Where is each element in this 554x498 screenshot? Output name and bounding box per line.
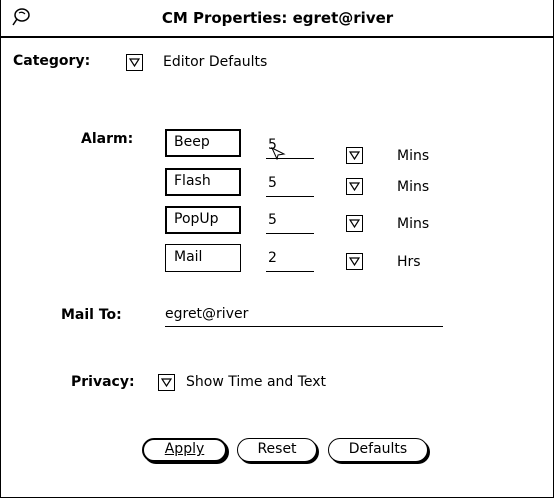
alarm-mail-unit: Hrs [397,254,421,270]
defaults-button-label: Defaults [348,441,408,457]
apply-button[interactable]: Apply [142,438,227,462]
pointer-cursor-icon [271,146,286,160]
alarm-flash-unit-menu[interactable] [346,178,363,195]
mail-to-label: Mail To: [61,307,122,323]
privacy-label: Privacy: [71,374,135,390]
alarm-popup-toggle[interactable]: PopUp [165,206,241,234]
alarm-flash-unit: Mins [397,179,430,195]
reset-button-label: Reset [257,441,297,457]
triangle-down-icon [349,219,360,228]
category-label: Category: [13,53,91,69]
privacy-menu-button[interactable] [158,374,175,391]
window-title: CM Properties: egret@river [161,9,394,27]
reset-button[interactable]: Reset [237,438,317,462]
category-value: Editor Defaults [163,54,268,70]
triangle-down-icon [349,182,360,191]
alarm-popup-amount[interactable]: 5 [266,212,314,234]
mail-to-field[interactable]: egret@river [165,306,443,327]
title-bar[interactable]: CM Properties: egret@river [1,0,554,38]
properties-window: CM Properties: egret@river Category: Edi… [0,0,554,498]
privacy-value: Show Time and Text [186,374,327,390]
alarm-popup-unit: Mins [397,216,430,232]
alarm-beep-unit: Mins [397,148,430,164]
alarm-flash-toggle[interactable]: Flash [165,168,241,196]
defaults-button[interactable]: Defaults [328,438,428,462]
alarm-popup-unit-menu[interactable] [346,215,363,232]
category-menu-button[interactable] [126,54,143,71]
alarm-mail-amount[interactable]: 2 [266,250,314,272]
triangle-down-icon [349,257,360,266]
apply-button-label: Apply [164,441,205,457]
triangle-down-icon [349,151,360,160]
triangle-down-icon [129,58,140,67]
alarm-beep-unit-menu[interactable] [346,147,363,164]
alarm-flash-amount[interactable]: 5 [266,175,314,197]
alarm-mail-unit-menu[interactable] [346,253,363,270]
alarm-beep-toggle[interactable]: Beep [165,129,241,157]
alarm-mail-toggle[interactable]: Mail [165,244,241,272]
alarm-label: Alarm: [81,131,134,147]
triangle-down-icon [161,378,172,387]
